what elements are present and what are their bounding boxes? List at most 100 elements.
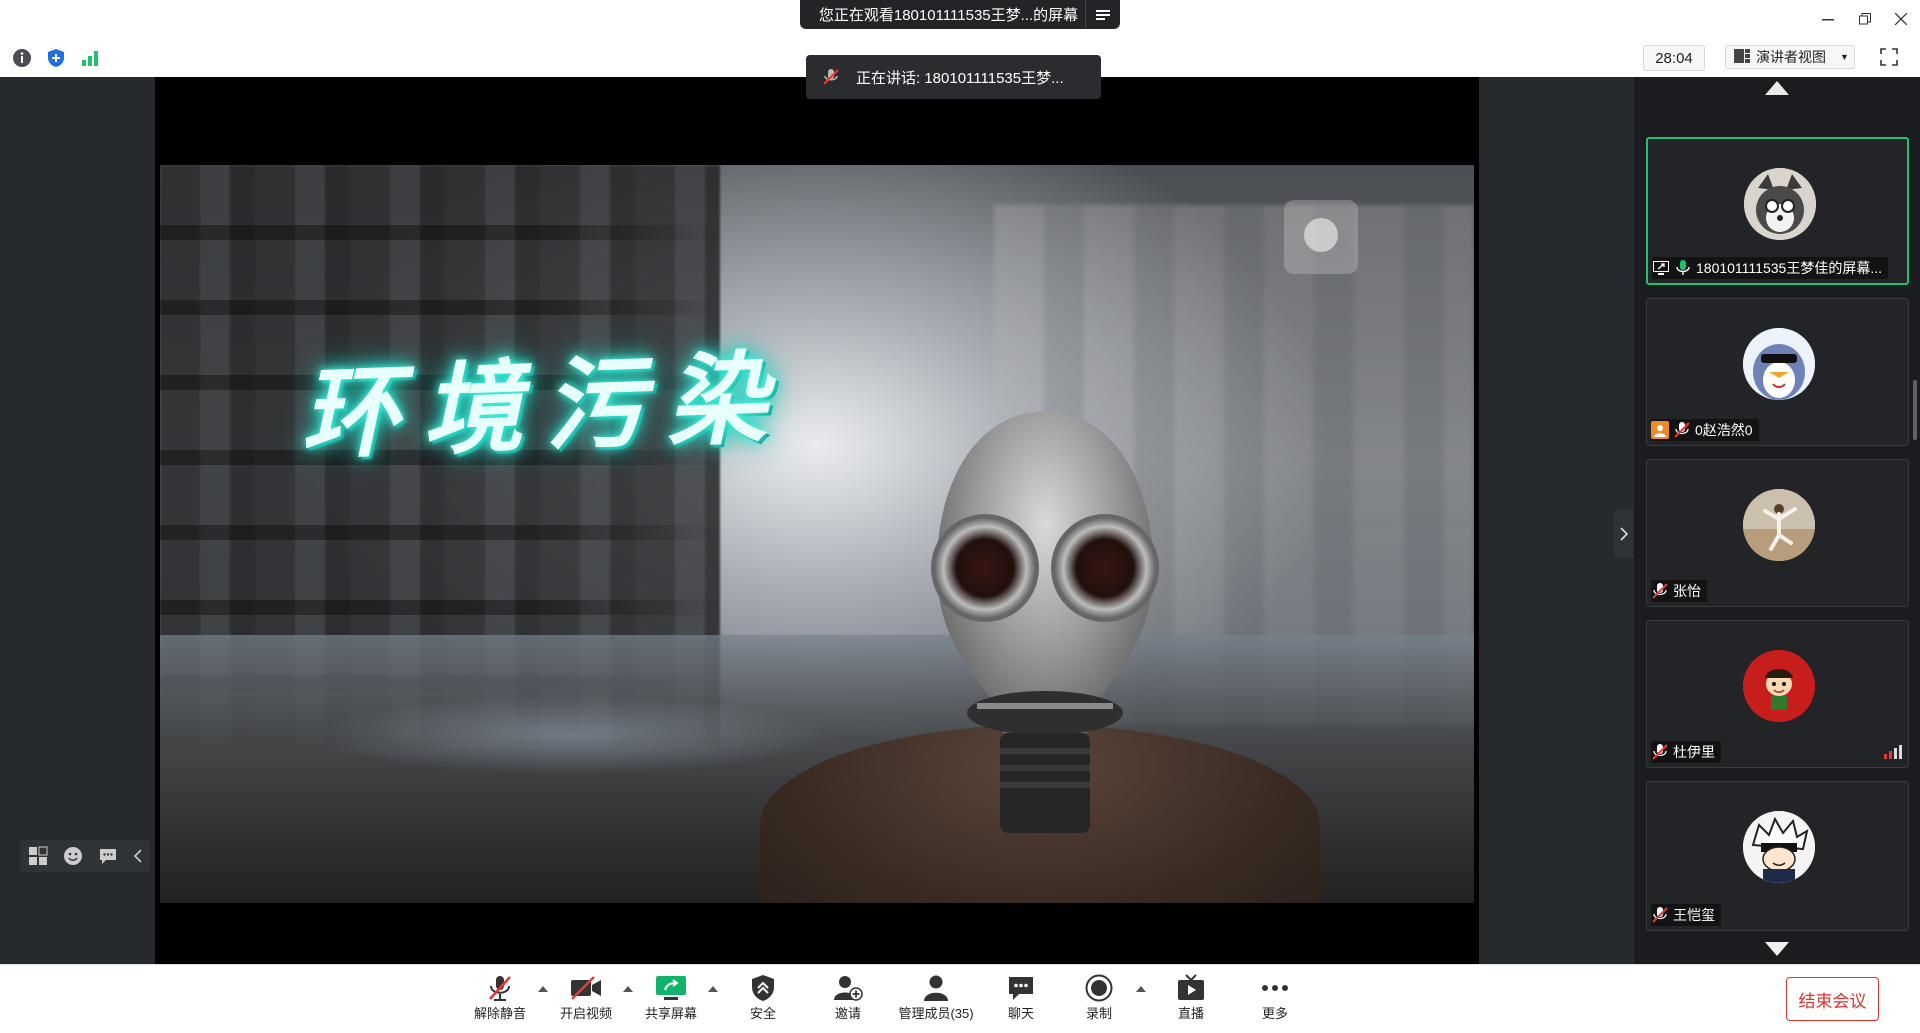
start-video-label: 开启视频 [559,1006,612,1021]
gallery-scrollbar[interactable] [1913,380,1917,440]
video-off-icon [570,973,602,1003]
meeting-control-bar: 解除静音 开启视频 共享屏幕 安全 邀请 管理成员(35) 聊天 录制 直播 更… [0,964,1920,1033]
participant-namebar: 180101111535王梦佳的屏幕... [1652,257,1888,279]
husky-avatar [1744,168,1816,240]
menu-icon[interactable] [1085,0,1120,29]
participant-tile[interactable]: 杜伊里 [1646,620,1909,768]
video-options-caret-icon[interactable] [621,983,635,995]
active-speaker-toast: 正在讲话: 180101111535王梦... [806,55,1101,99]
weak-signal-icon [1884,745,1902,759]
dancer-avatar [1743,489,1815,561]
penguin-avatar [1743,328,1815,400]
mic-muted-icon [1673,421,1691,439]
sharing-notice-text: 您正在观看180101111535王梦...的屏幕 [818,7,1079,24]
info-icon[interactable] [11,47,33,69]
chat-button[interactable]: 聊天 [1000,973,1042,1027]
mic-muted-icon [1651,743,1669,761]
record-button[interactable]: 录制 [1078,973,1120,1027]
start-video-button[interactable]: 开启视频 [556,973,616,1027]
participant-namebar: 0赵浩然0 [1651,419,1759,441]
more-icon [1261,973,1289,1003]
restore-icon[interactable] [1850,6,1880,32]
slide-background-puddle [310,695,830,775]
share-screen-icon [655,973,687,1003]
host-icon [1651,421,1669,439]
chat-bubble-icon[interactable] [98,846,118,866]
participant-namebar: 杜伊里 [1651,741,1721,763]
share-screen-label: 共享屏幕 [644,1006,697,1021]
floating-assistive-widget[interactable] [1284,200,1358,274]
screen-share-icon [1652,259,1670,277]
mic-muted-icon [487,973,513,1003]
security-icon [751,973,775,1003]
participant-namebar: 王恺玺 [1651,904,1721,926]
cartoon-avatar [1743,650,1815,722]
mic-on-icon [1674,259,1692,277]
mic-muted-icon [1651,582,1669,600]
invite-icon [833,973,863,1003]
manage-members-label: 管理成员(35) [898,1006,974,1021]
slide-content: 环境污染 [160,165,1474,903]
participant-name: 王恺玺 [1673,907,1715,923]
participant-tile[interactable]: 张怡 [1646,459,1909,607]
audio-options-caret-icon[interactable] [536,983,550,995]
share-screen-button[interactable]: 共享屏幕 [641,973,701,1027]
security-label: 安全 [749,1006,776,1021]
participant-gallery: 180101111535王梦佳的屏幕... 0赵浩然0 张怡 杜伊里 王恺玺 [1634,77,1920,964]
shield-icon[interactable] [45,47,67,69]
scroll-up-arrow-icon[interactable] [1764,81,1790,99]
participant-name: 180101111535王梦佳的屏幕... [1696,260,1882,276]
view-mode-label: 演讲者视图 [1756,49,1826,65]
participant-name: 杜伊里 [1673,744,1715,760]
right-gutter [1479,77,1634,964]
invite-button[interactable]: 邀请 [827,973,869,1027]
participant-tile[interactable]: 0赵浩然0 [1646,298,1909,446]
participant-namebar: 张怡 [1651,580,1707,602]
slide-title: 环境污染 [298,338,791,474]
record-options-caret-icon[interactable] [1134,983,1148,995]
chat-label: 聊天 [1007,1006,1034,1021]
shared-screen[interactable]: 环境污染 [155,77,1479,964]
record-label: 录制 [1085,1006,1112,1021]
panel-collapse-toggle[interactable] [1614,510,1634,558]
participant-name: 张怡 [1673,583,1701,599]
fullscreen-icon[interactable] [1876,45,1902,69]
members-icon [922,973,950,1003]
participant-tile[interactable]: 王恺玺 [1646,781,1909,931]
active-speaker-text: 正在讲话: 180101111535王梦... [856,69,1064,87]
chat-icon [1007,973,1035,1003]
chevron-right-icon [1620,527,1628,541]
layout-grid-icon[interactable] [28,846,48,866]
chevron-left-icon[interactable] [133,849,143,863]
live-stream-button[interactable]: 直播 [1170,973,1212,1027]
security-button[interactable]: 安全 [742,973,784,1027]
anime-avatar [1743,811,1815,883]
participant-tile[interactable]: 180101111535王梦佳的屏幕... [1646,137,1909,285]
live-icon [1177,973,1205,1003]
more-label: 更多 [1261,1006,1288,1021]
close-icon[interactable] [1886,6,1916,32]
more-button[interactable]: 更多 [1254,973,1296,1027]
invite-label: 邀请 [834,1006,861,1021]
end-meeting-button[interactable]: 结束会议 [1786,977,1879,1021]
share-options-caret-icon[interactable] [706,983,720,995]
left-gutter [0,77,155,964]
sharing-notice[interactable]: 您正在观看180101111535王梦...的屏幕 [800,0,1120,29]
mic-muted-icon [1651,906,1669,924]
minimize-icon[interactable] [1813,6,1843,32]
scroll-down-arrow-icon[interactable] [1764,942,1790,960]
window-title-bar: 您正在观看180101111535王梦...的屏幕 [0,0,1920,37]
manage-members-button[interactable]: 管理成员(35) [891,973,981,1027]
signal-bars-icon[interactable] [79,47,101,69]
live-stream-label: 直播 [1177,1006,1204,1021]
view-mode-button[interactable]: 演讲者视图 ▼ [1725,45,1855,69]
chevron-down-icon: ▼ [1840,52,1849,62]
gas-mask-image [931,411,1159,833]
mic-muted-icon [806,68,856,86]
annotation-mini-toolbar [20,840,150,872]
unmute-button[interactable]: 解除静音 [472,973,528,1027]
emoji-reaction-icon[interactable] [63,846,83,866]
speaker-view-icon [1734,48,1750,66]
record-icon [1085,973,1113,1003]
meeting-timer: 28:04 [1643,45,1705,71]
